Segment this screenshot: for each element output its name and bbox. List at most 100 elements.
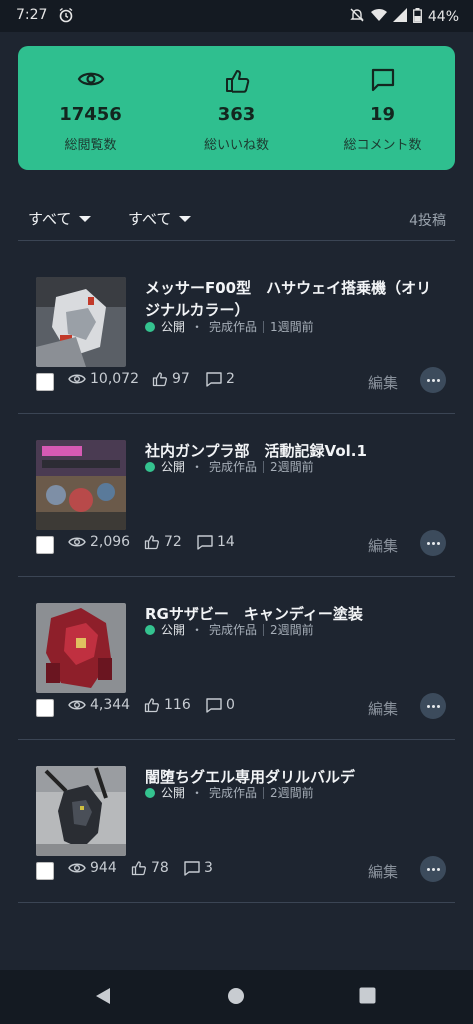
post-actions: 10,072 97 2 編集 xyxy=(36,367,446,395)
meta-separator: ・ xyxy=(191,786,204,800)
divider xyxy=(263,623,265,636)
view-count-value: 2,096 xyxy=(90,534,131,550)
view-count-value: 944 xyxy=(90,860,117,876)
eye-icon xyxy=(68,537,86,547)
post-actions: 2,096 72 14 編集 xyxy=(36,530,446,558)
post-title[interactable]: メッサーF00型 ハサウェイ搭乗機（オリジナルカラー） xyxy=(145,277,445,321)
home-circle-icon xyxy=(228,988,244,1004)
more-options-button[interactable] xyxy=(420,530,446,556)
recents-square-icon xyxy=(359,987,376,1004)
comment-count-value: 2 xyxy=(226,371,235,387)
stat-value: 363 xyxy=(217,104,256,125)
signal-icon xyxy=(392,8,407,26)
post-thumbnail[interactable] xyxy=(36,277,126,367)
comment-count-value: 3 xyxy=(204,860,213,876)
stat-value: 19 xyxy=(369,104,396,125)
thumbs-up-icon xyxy=(131,861,146,876)
caret-down-icon xyxy=(79,215,92,222)
post-category: 完成作品 xyxy=(209,320,258,334)
post-time: 2週間前 xyxy=(270,786,314,800)
more-options-button[interactable] xyxy=(420,693,446,719)
post-card[interactable]: メッサーF00型 ハサウェイ搭乗機（オリジナルカラー） 公開 ・ 完成作品 1週… xyxy=(18,251,455,414)
status-dot-icon xyxy=(145,624,155,635)
edit-button[interactable]: 編集 xyxy=(368,372,398,393)
post-card[interactable]: 社内ガンプラ部 活動記録Vol.1 公開 ・ 完成作品 2週間前 2,096 7… xyxy=(18,414,455,577)
back-button[interactable] xyxy=(94,987,112,1009)
edit-button[interactable]: 編集 xyxy=(368,535,398,556)
stat-label: 総いいね数 xyxy=(203,138,269,153)
divider xyxy=(263,460,265,473)
eye-icon xyxy=(68,374,86,384)
select-checkbox[interactable] xyxy=(36,699,54,717)
select-checkbox[interactable] xyxy=(36,536,54,554)
select-checkbox[interactable] xyxy=(36,373,54,391)
post-status: 公開 xyxy=(161,460,186,474)
filter-label: すべて xyxy=(28,210,72,228)
stat-label: 総閲覧数 xyxy=(64,138,117,153)
post-count: 4投稿 xyxy=(409,213,446,229)
edit-button[interactable]: 編集 xyxy=(368,698,398,719)
post-meta: 公開 ・ 完成作品 2週間前 xyxy=(145,458,314,475)
comment-count-value: 0 xyxy=(226,697,235,713)
like-count-value: 72 xyxy=(164,534,182,550)
comment-icon xyxy=(206,371,222,387)
post-time: 2週間前 xyxy=(270,623,314,637)
like-count-value: 78 xyxy=(151,860,169,876)
meta-separator: ・ xyxy=(191,623,204,637)
caret-down-icon xyxy=(179,215,192,222)
comment-count: 2 xyxy=(206,371,235,387)
post-card[interactable]: RGサザビー キャンディー塗装 公開 ・ 完成作品 2週間前 4,344 116… xyxy=(18,577,455,740)
post-actions: 944 78 3 編集 xyxy=(36,856,446,884)
post-meta: 公開 ・ 完成作品 1週間前 xyxy=(145,318,314,335)
comment-icon xyxy=(184,860,200,876)
back-triangle-icon xyxy=(96,988,110,1004)
filter-dropdown-status[interactable]: すべて xyxy=(28,208,92,229)
like-count-value: 116 xyxy=(164,697,191,713)
meta-separator: ・ xyxy=(191,460,204,474)
comment-count: 14 xyxy=(197,534,235,550)
post-thumbnail[interactable] xyxy=(36,603,126,693)
thumbs-up-icon xyxy=(144,535,159,550)
post-thumbnail[interactable] xyxy=(36,766,126,856)
divider xyxy=(263,320,265,333)
more-options-button[interactable] xyxy=(420,856,446,882)
filter-bar: すべて すべて 4投稿 xyxy=(18,200,455,241)
edit-button[interactable]: 編集 xyxy=(368,861,398,882)
stat-label: 総コメント数 xyxy=(343,138,422,153)
post-card[interactable]: 闇堕ちグエル専用ダリルバルデ 公開 ・ 完成作品 2週間前 944 78 3 編… xyxy=(18,740,455,903)
mute-icon xyxy=(349,7,365,27)
filter-dropdown-category[interactable]: すべて xyxy=(128,208,192,229)
eye-icon xyxy=(68,700,86,710)
status-dot-icon xyxy=(145,321,155,332)
filter-label: すべて xyxy=(128,210,172,228)
stat-total-likes: 363 総いいね数 xyxy=(164,46,309,170)
like-count-value: 97 xyxy=(172,371,190,387)
more-options-button[interactable] xyxy=(420,367,446,393)
view-count-value: 4,344 xyxy=(90,697,131,713)
meta-separator: ・ xyxy=(191,320,204,334)
like-count: 78 xyxy=(131,860,169,876)
eye-icon xyxy=(68,863,86,873)
status-dot-icon xyxy=(145,787,155,798)
post-meta: 公開 ・ 完成作品 2週間前 xyxy=(145,621,314,638)
comment-count: 0 xyxy=(206,697,235,713)
thumbs-up-icon xyxy=(164,68,309,94)
battery-percent: 44% xyxy=(427,9,459,25)
stat-total-views: 17456 総閲覧数 xyxy=(18,46,163,170)
post-status: 公開 xyxy=(161,786,186,800)
wifi-icon xyxy=(370,8,387,26)
clock: 7:27 xyxy=(16,7,48,23)
recents-button[interactable] xyxy=(359,987,376,1008)
view-count: 2,096 xyxy=(68,534,130,550)
post-thumbnail[interactable] xyxy=(36,440,126,530)
home-button[interactable] xyxy=(227,987,245,1009)
stat-total-comments: 19 総コメント数 xyxy=(310,46,455,170)
comment-icon xyxy=(206,697,222,713)
select-checkbox[interactable] xyxy=(36,862,54,880)
eye-icon xyxy=(18,68,163,94)
stats-summary-card: 17456 総閲覧数 363 総いいね数 19 総コメント数 xyxy=(18,46,455,170)
post-status: 公開 xyxy=(161,320,186,334)
post-category: 完成作品 xyxy=(209,460,258,474)
view-count-value: 10,072 xyxy=(90,371,139,387)
comment-icon xyxy=(310,68,455,94)
